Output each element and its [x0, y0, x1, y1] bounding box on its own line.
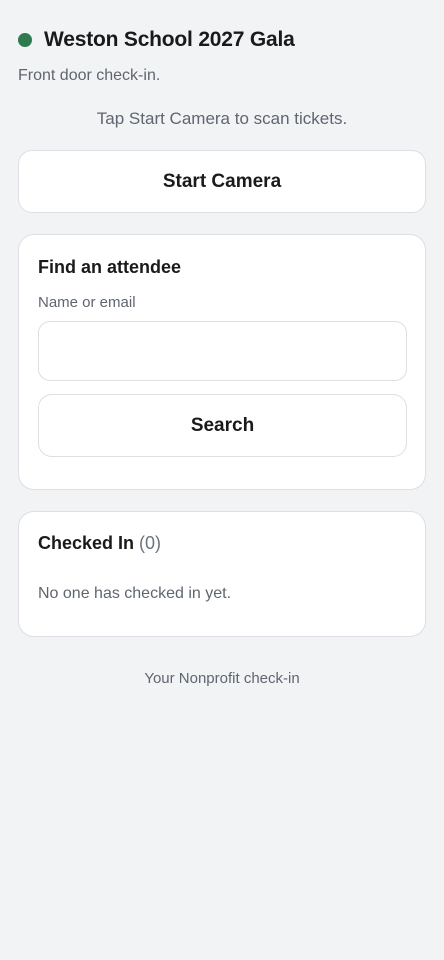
page-title: Weston School 2027 Gala: [44, 28, 295, 51]
footer-text: Your Nonprofit check-in: [144, 670, 300, 687]
check-in-page: Weston School 2027 Gala Front door check…: [0, 0, 444, 960]
find-attendee-card: Find an attendee Name or email Search: [18, 234, 426, 490]
search-button[interactable]: Search: [38, 394, 407, 457]
checked-in-card: Checked In (0) No one has checked in yet…: [18, 511, 426, 637]
checked-in-title: Checked In (0): [38, 533, 161, 554]
empty-state-text: No one has checked in yet.: [38, 585, 232, 602]
scan-instruction: Tap Start Camera to scan tickets.: [96, 109, 348, 128]
page-header: Weston School 2027 Gala: [18, 28, 295, 52]
name-or-email-label: Name or email: [38, 294, 136, 311]
page-subtitle: Front door check-in.: [18, 67, 161, 84]
search-input[interactable]: [38, 321, 407, 381]
status-dot-icon: [18, 33, 32, 47]
start-camera-button[interactable]: Start Camera: [18, 150, 426, 213]
checked-in-label: Checked In: [38, 533, 135, 553]
find-attendee-title: Find an attendee: [38, 257, 182, 277]
checked-in-count: (0): [139, 533, 162, 553]
